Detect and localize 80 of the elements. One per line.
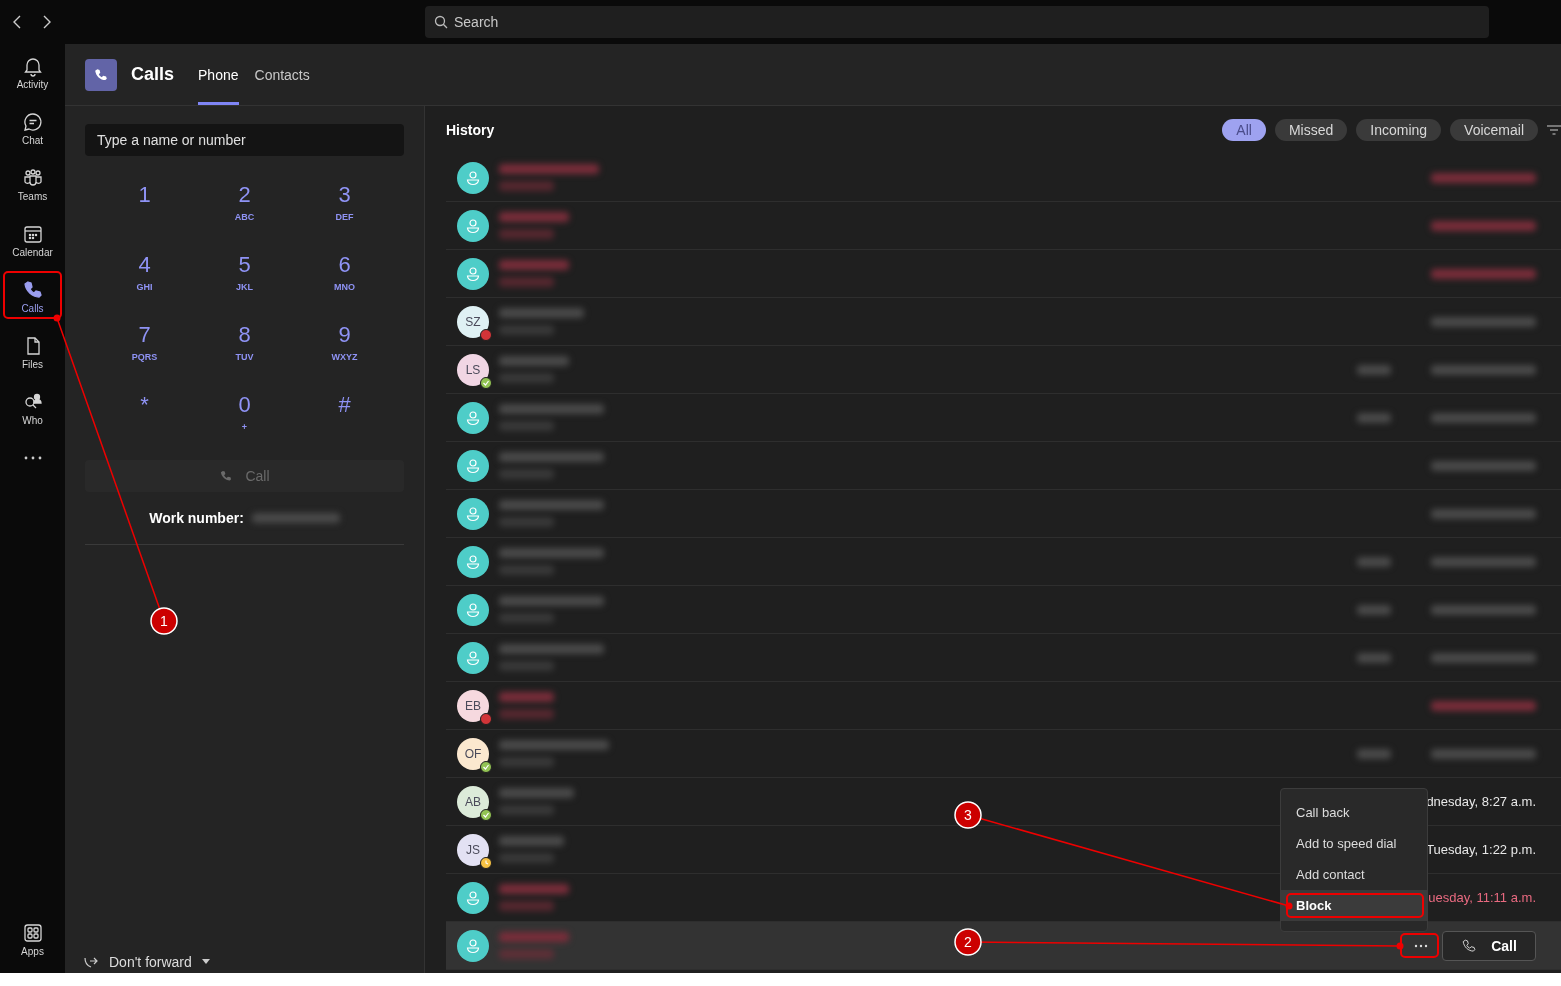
dial-key[interactable]: * (94, 388, 195, 458)
callout-badge: 3 (954, 801, 982, 829)
contact-avatar (457, 545, 489, 578)
page-title: Calls (131, 64, 175, 85)
dial-key[interactable]: 6 MNO (294, 248, 395, 318)
call-history-row[interactable]: OF (446, 730, 1561, 778)
filter-chip[interactable]: Incoming (1356, 119, 1442, 141)
initials-avatar: JS (457, 833, 489, 866)
call-history-row[interactable]: LS (446, 346, 1561, 394)
dial-key[interactable]: 0 + (194, 388, 295, 458)
redacted-text (499, 277, 554, 287)
caret-icon (201, 959, 210, 965)
contact-avatar (457, 641, 489, 674)
initials-avatar: OF (457, 737, 489, 770)
nav-item[interactable]: Who (4, 382, 61, 434)
ellipsis-icon (1413, 943, 1428, 948)
chat-icon (21, 110, 44, 133)
filter-chip[interactable]: Voicemail (1450, 119, 1538, 141)
work-number-label: Work number: (149, 510, 244, 526)
nav-item[interactable]: Chat (4, 102, 61, 154)
dial-key[interactable]: 5 JKL (194, 248, 295, 318)
call-button[interactable]: Call (1442, 930, 1536, 961)
contact-avatar (457, 449, 489, 482)
filter-chip[interactable]: Missed (1274, 119, 1348, 141)
dial-key[interactable]: 4 GHI (94, 248, 195, 318)
apps-grid-icon (21, 921, 44, 944)
call-history-row[interactable]: SZ (446, 298, 1561, 346)
dial-key[interactable]: # (294, 388, 395, 458)
phone-icon (1461, 937, 1478, 954)
filter-icon[interactable] (1547, 125, 1561, 135)
initials-avatar: EB (457, 689, 489, 722)
forward-setting[interactable]: Don't forward (83, 951, 404, 973)
phone-icon (93, 66, 109, 83)
dial-key[interactable]: 2 ABC (194, 178, 295, 248)
callout-badge: 2 (954, 928, 982, 956)
initials-avatar: SZ (457, 305, 489, 338)
contact-avatar (457, 929, 489, 962)
call-time: dnesday, 8:27 a.m. (1426, 794, 1536, 809)
phone-icon (219, 469, 234, 483)
dial-key[interactable]: 9 WXYZ (294, 318, 395, 388)
nav-item[interactable]: Files (4, 326, 61, 378)
nav-item[interactable]: Teams (4, 158, 61, 210)
contact-avatar (457, 401, 489, 434)
contact-avatar (457, 257, 489, 290)
menu-item[interactable]: Call back (1281, 797, 1427, 828)
contact-avatar (457, 881, 489, 914)
number-input-field[interactable]: Type a name or number (85, 124, 404, 156)
callout-badge: 1 (150, 607, 178, 635)
contact-avatar (457, 161, 489, 194)
section-title: History (446, 122, 495, 138)
contact-avatar (457, 593, 489, 626)
nav-item[interactable]: Activity (4, 46, 61, 98)
redacted-text (499, 709, 554, 719)
initials-avatar: LS (457, 353, 489, 386)
dial-key[interactable]: 1 (94, 178, 195, 248)
people-icon (21, 166, 44, 189)
nav-item[interactable]: Apps (4, 913, 61, 965)
redacted-text (499, 901, 554, 911)
phone-icon (21, 278, 44, 301)
redacted-text (499, 181, 554, 191)
call-time: Tuesday, 1:22 p.m. (1426, 842, 1536, 857)
search-field[interactable]: Search (425, 6, 1489, 38)
contact-avatar (457, 497, 489, 530)
nav-item[interactable]: Calls (4, 270, 61, 322)
menu-item[interactable]: Add to speed dial (1281, 828, 1427, 859)
tab[interactable]: Contacts (254, 44, 310, 105)
nav-item[interactable]: Calendar (4, 214, 61, 266)
contact-avatar (457, 209, 489, 242)
dial-key[interactable]: 8 TUV (194, 318, 295, 388)
highlight-frame (3, 271, 62, 319)
call-time: uesday, 11:11 a.m. (1428, 890, 1536, 905)
more-apps-icon[interactable] (23, 456, 42, 460)
redacted-text (499, 949, 554, 959)
redacted-text (499, 229, 554, 239)
forward-icon (83, 955, 99, 969)
dial-key[interactable]: 3 DEF (294, 178, 395, 248)
highlight-frame (1400, 933, 1439, 958)
call-history-row[interactable]: EB (446, 682, 1561, 730)
initials-avatar: AB (457, 785, 489, 818)
dial-key[interactable]: 7 PQRS (94, 318, 195, 388)
